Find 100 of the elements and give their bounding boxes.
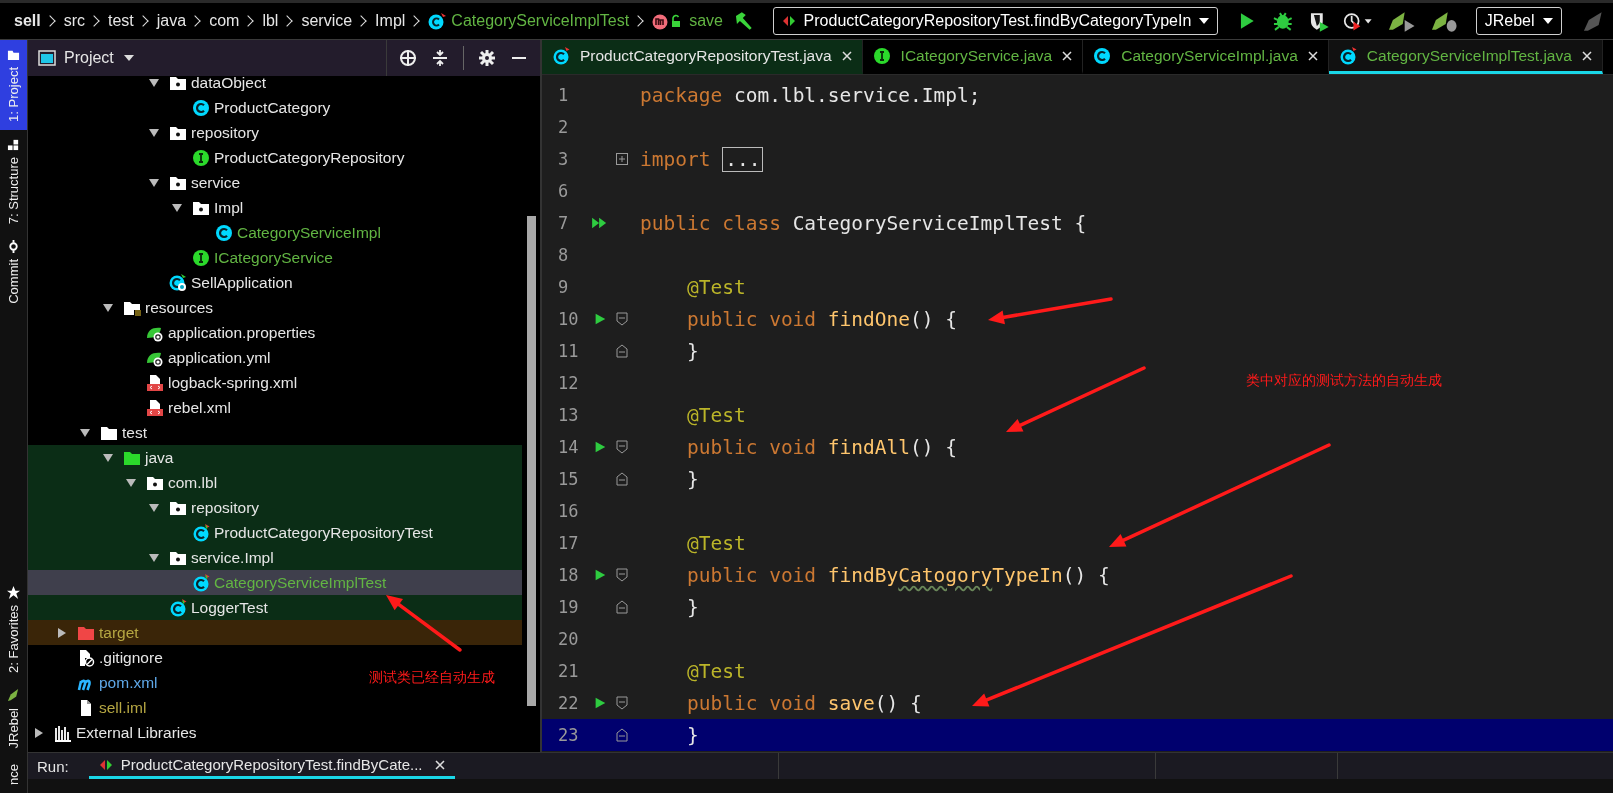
expanded-arrow-icon[interactable] [172, 202, 182, 213]
breadcrumb-item[interactable]: sell [14, 12, 41, 30]
debug-icon[interactable] [1272, 10, 1294, 32]
expanded-arrow-icon[interactable] [103, 452, 113, 463]
jrebel-select[interactable]: JRebel [1475, 7, 1562, 35]
tree-item[interactable]: sell.iml [28, 695, 147, 720]
tree-item[interactable]: service [28, 170, 241, 195]
annotation-note: 测试类已经自动生成 [369, 669, 495, 687]
tree-item[interactable]: ProductCategoryRepositoryTest [28, 520, 433, 545]
run-icon[interactable] [593, 696, 607, 710]
tree-item[interactable]: logback-spring.xml [28, 370, 298, 395]
close-icon[interactable] [434, 759, 445, 770]
tree-item[interactable]: ProductCategory [28, 95, 331, 120]
breadcrumb-item[interactable]: Impl [375, 12, 406, 30]
code-line: @Test [685, 275, 746, 299]
tree-item[interactable]: java [28, 445, 174, 470]
profiler-icon[interactable] [1343, 10, 1373, 32]
tree-item[interactable]: External Libraries [28, 720, 197, 745]
tree-item[interactable]: com.lbl [28, 470, 218, 495]
breadcrumb-item[interactable]: com [209, 12, 240, 30]
rocket-run-icon[interactable] [1386, 10, 1417, 32]
tool-window-button[interactable]: JRebel [0, 680, 27, 757]
editor-tab[interactable]: CategoryServiceImpl.java [1083, 40, 1329, 74]
expanded-arrow-icon[interactable] [149, 177, 159, 188]
line-number: 7 [557, 213, 570, 233]
fold-end-icon[interactable] [616, 728, 628, 742]
breadcrumb-item[interactable]: save [689, 12, 723, 30]
tree-item[interactable]: CategoryServiceImpl [28, 220, 381, 245]
breadcrumb-item[interactable]: java [156, 12, 187, 30]
tree-item[interactable]: application.properties [28, 320, 316, 345]
locate-icon[interactable] [399, 49, 417, 67]
tree-item[interactable]: ProductCategoryRepository [28, 145, 405, 170]
fold-end-icon[interactable] [616, 472, 628, 486]
breadcrumb-item[interactable]: service [301, 12, 353, 30]
expanded-arrow-icon[interactable] [149, 502, 159, 513]
editor-tab[interactable]: CategoryServiceImplTest.java [1328, 40, 1603, 74]
run-icon[interactable] [593, 568, 607, 582]
structure-icon [7, 137, 20, 151]
fold-start-icon[interactable] [616, 696, 628, 710]
editor-tab[interactable]: ProductCategoryRepositoryTest.java [542, 40, 863, 74]
tree-item[interactable]: target [28, 620, 139, 645]
expanded-arrow-icon[interactable] [149, 77, 159, 88]
code-line: @Test [685, 403, 746, 427]
scrollbar[interactable] [527, 216, 536, 706]
tool-window-button[interactable]: 2: Favorites [0, 577, 27, 681]
run-icon[interactable] [593, 312, 607, 326]
fold-start-icon[interactable] [616, 568, 628, 582]
expanded-arrow-icon[interactable] [80, 427, 90, 438]
collapsed-arrow-icon[interactable] [34, 727, 44, 738]
fold-start-icon[interactable] [616, 440, 628, 454]
line-number: 18 [557, 565, 580, 585]
project-view-select[interactable]: Project [64, 49, 134, 67]
tree-item[interactable]: .gitignore [28, 645, 163, 670]
tree-item[interactable]: application.yml [28, 345, 271, 370]
breadcrumb-item[interactable]: lbl [262, 12, 279, 30]
code-line: @Test [685, 659, 746, 683]
close-icon[interactable] [1062, 50, 1073, 61]
class-icon [428, 12, 447, 30]
tool-window-button[interactable]: 7: Structure [0, 129, 27, 233]
tree-item[interactable]: Impl [28, 195, 244, 220]
tool-window-button[interactable]: Commit [0, 232, 27, 312]
tool-window-button[interactable]: nce [0, 756, 27, 793]
class-icon [1093, 46, 1112, 65]
tree-item[interactable]: resources [28, 295, 214, 320]
expanded-arrow-icon[interactable] [149, 552, 159, 563]
fold-end-icon[interactable] [616, 600, 628, 614]
close-icon[interactable] [1581, 50, 1592, 61]
collapse-icon[interactable] [431, 49, 449, 67]
close-icon[interactable] [1307, 50, 1318, 61]
tree-item[interactable]: repository [28, 120, 260, 145]
expanded-arrow-icon[interactable] [126, 477, 136, 488]
breadcrumb-item[interactable]: CategoryServiceImplTest [451, 12, 630, 30]
breadcrumb-item[interactable]: test [108, 12, 134, 30]
fold-end-icon[interactable] [616, 344, 628, 358]
collapsed-arrow-icon[interactable] [57, 627, 67, 638]
line-number: 9 [557, 277, 570, 297]
tree-item[interactable]: test [28, 420, 147, 445]
tree-item[interactable]: SellApplication [28, 270, 293, 295]
run-icon[interactable] [593, 440, 607, 454]
breadcrumb-item[interactable]: src [63, 12, 85, 30]
editor-tab[interactable]: ICategoryService.java [862, 40, 1084, 74]
xml-file-icon [146, 398, 164, 417]
expand-icon[interactable] [616, 152, 628, 166]
tree-item[interactable]: repository [28, 495, 260, 520]
code-line: import ... [640, 147, 764, 171]
tree-item[interactable]: ICategoryService [28, 245, 333, 270]
tree-item[interactable]: CategoryServiceImplTest [28, 570, 387, 595]
tool-window-button[interactable]: 1: Project [0, 40, 27, 130]
expanded-arrow-icon[interactable] [103, 302, 113, 313]
fold-start-icon[interactable] [616, 312, 628, 326]
tree-item[interactable]: rebel.xml [28, 395, 231, 420]
tree-item[interactable]: LoggerTest [28, 595, 268, 620]
tree-item[interactable]: pom.xml [28, 670, 158, 695]
expanded-arrow-icon[interactable] [149, 127, 159, 138]
close-icon[interactable] [841, 50, 852, 61]
run-configuration-select[interactable]: ProductCategoryRepositoryTest.findByCategoryTypeIn [772, 7, 1219, 35]
tree-item[interactable]: service.Impl [28, 545, 274, 570]
settings-icon[interactable] [478, 49, 496, 67]
class-icon [192, 98, 210, 117]
tree-item[interactable]: dataObject [28, 76, 266, 95]
